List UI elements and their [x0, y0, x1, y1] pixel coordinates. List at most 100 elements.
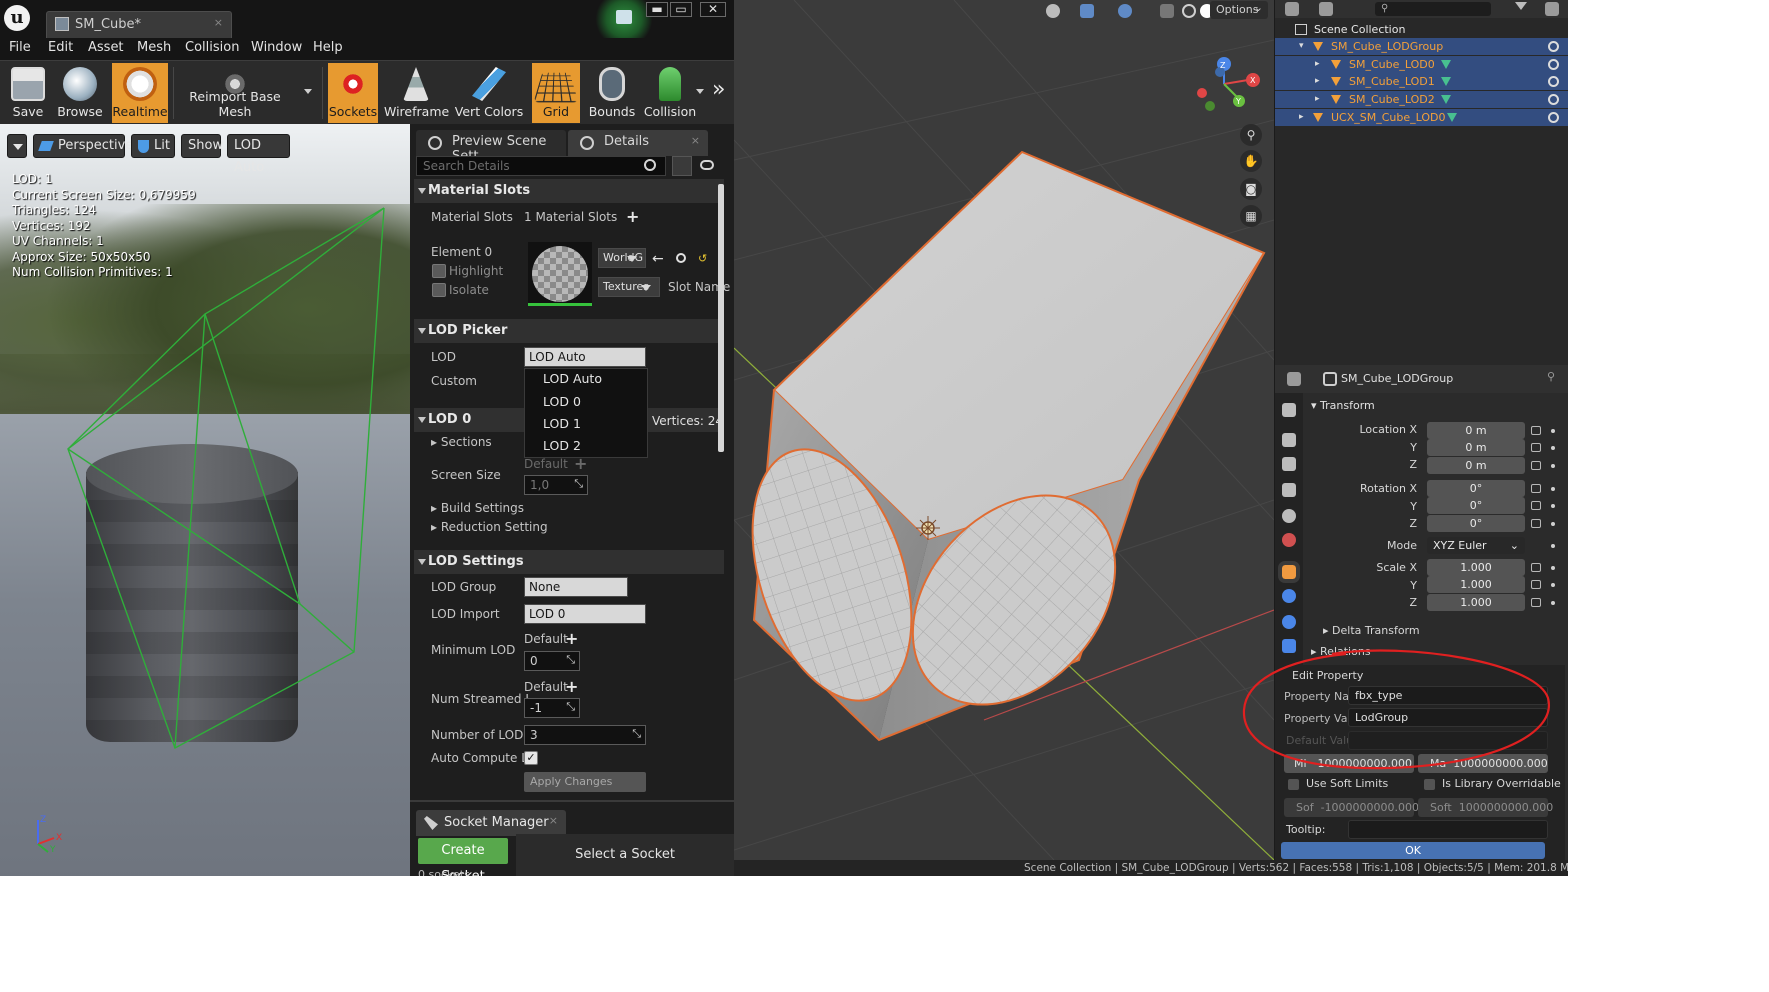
number-of-lods-field[interactable]: 3 [524, 725, 646, 745]
outliner-item-lod0[interactable]: ▸ SM_Cube_LOD0 [1275, 56, 1568, 73]
navigation-gizmo[interactable]: Z Y X [1197, 57, 1260, 111]
new-collection-icon[interactable] [1545, 2, 1559, 16]
rotation-y-field[interactable]: 0° [1427, 497, 1525, 514]
hand-icon[interactable]: ✋ [1240, 150, 1262, 172]
location-z-field[interactable]: 0 m [1427, 457, 1525, 474]
scale-y-field[interactable]: 1.000 [1427, 576, 1525, 593]
expand-icon[interactable]: ▸ [1315, 91, 1320, 108]
menu-help[interactable]: Help [313, 40, 343, 55]
add-num-streamed-icon[interactable]: + [565, 679, 578, 695]
isolate-checkbox[interactable] [432, 283, 446, 297]
menu-file[interactable]: File [9, 40, 31, 55]
lock-icon[interactable] [1531, 519, 1541, 528]
screen-size-field[interactable]: 1,0 [524, 475, 588, 495]
keyframe-dot-icon[interactable] [1551, 601, 1555, 605]
keyframe-dot-icon[interactable] [1551, 583, 1555, 587]
options-dropdown[interactable]: Options ⌄ [1210, 1, 1268, 19]
lod-option-1[interactable]: LOD 1 [543, 416, 581, 431]
socket-manager-tab[interactable]: Socket Manager × [416, 810, 566, 836]
reduction-settings-row[interactable]: ▸ Reduction Setting [431, 520, 548, 534]
wireframe-button[interactable]: Wireframe [384, 63, 449, 123]
lod-option-2[interactable]: LOD 2 [543, 438, 581, 453]
build-settings-row[interactable]: ▸ Build Settings [431, 501, 524, 515]
collision-button[interactable]: Collision [642, 63, 698, 123]
lod-group-dropdown[interactable]: None [524, 577, 628, 597]
pin-icon[interactable]: ⚲ [1547, 370, 1555, 383]
outliner-item-lod1[interactable]: ▸ SM_Cube_LOD1 [1275, 73, 1568, 90]
visibility-icon[interactable] [1046, 4, 1060, 18]
maximize-button[interactable]: ▭ [670, 2, 692, 17]
lock-icon[interactable] [1531, 598, 1541, 607]
outliner-scene-collection[interactable]: Scene Collection [1275, 21, 1568, 38]
scale-z-field[interactable]: 1.000 [1427, 594, 1525, 611]
reset-icon[interactable]: ↺ [698, 252, 707, 265]
keyframe-dot-icon[interactable] [1551, 522, 1555, 526]
tooltip-field[interactable] [1348, 820, 1548, 839]
lit-button[interactable]: Lit [131, 134, 175, 158]
search-details-input[interactable]: Search Details [416, 156, 666, 176]
gizmo-toggle-icon[interactable] [1080, 4, 1094, 18]
close-tab-icon[interactable]: × [691, 134, 700, 147]
menu-window[interactable]: Window [251, 40, 302, 55]
rotation-x-field[interactable]: 0° [1427, 480, 1525, 497]
camera-icon[interactable]: ◙ [1240, 178, 1262, 200]
outliner-item-ucx[interactable]: ▸ UCX_SM_Cube_LOD0 [1275, 109, 1568, 126]
expand-icon[interactable]: ▸ [1315, 73, 1320, 90]
soft-max-field[interactable]: Soft 1000000000.000 [1418, 798, 1553, 817]
viewport-options-button[interactable] [7, 134, 27, 158]
keyframe-dot-icon[interactable] [1551, 504, 1555, 508]
expand-icon[interactable]: ▸ [1299, 109, 1304, 126]
expand-icon[interactable]: ▾ [1299, 38, 1304, 55]
filter-icon[interactable] [1515, 2, 1527, 10]
browse-button[interactable]: Browse [54, 63, 106, 123]
eye-icon[interactable] [1548, 59, 1559, 70]
editor-type-icon[interactable] [1287, 372, 1301, 386]
minimize-button[interactable]: ▬ [646, 2, 668, 17]
lod-auto-button[interactable]: LOD Auto [227, 134, 290, 175]
tab-details[interactable]: Details × [568, 130, 708, 156]
eye-icon[interactable] [1548, 41, 1559, 52]
collision-dropdown-icon[interactable] [696, 89, 704, 94]
add-minimum-lod-icon[interactable]: + [565, 631, 578, 647]
keyframe-dot-icon[interactable] [1551, 429, 1555, 433]
delta-transform-panel[interactable]: ▸ Delta Transform [1323, 624, 1420, 637]
library-overridable-checkbox[interactable] [1424, 779, 1435, 790]
lock-icon[interactable] [1531, 461, 1541, 470]
menu-collision[interactable]: Collision [185, 40, 239, 55]
use-selected-icon[interactable]: ← [652, 251, 664, 267]
browse-asset-icon[interactable] [676, 253, 686, 263]
unreal-logo-icon[interactable]: u [4, 5, 30, 31]
scene-tab-icon[interactable] [1282, 509, 1296, 523]
3d-viewport[interactable]: Z Y X Options ⌄ ⚲ ✋ ◙ ▦ [734, 0, 1274, 860]
lod-picker-header[interactable]: LOD Picker [414, 319, 724, 343]
reimport-dropdown-icon[interactable] [304, 89, 312, 94]
eye-icon[interactable] [1548, 76, 1559, 87]
bounds-button[interactable]: Bounds [586, 63, 638, 123]
outliner-item-lodgroup[interactable]: ▾ SM_Cube_LODGroup [1275, 38, 1568, 55]
lock-icon[interactable] [1531, 484, 1541, 493]
add-screen-size-icon[interactable]: + [574, 456, 587, 472]
material-slots-header[interactable]: Material Slots [414, 179, 724, 203]
grid-button[interactable]: Grid [532, 63, 580, 123]
create-socket-button[interactable]: Create Socket [418, 838, 508, 876]
close-window-button[interactable]: ✕ [700, 2, 726, 17]
object-tab-icon[interactable] [1278, 561, 1300, 583]
lock-icon[interactable] [1531, 580, 1541, 589]
eye-icon[interactable] [1548, 112, 1559, 123]
display-mode-icon[interactable] [1285, 2, 1299, 16]
material-thumbnail[interactable] [528, 242, 592, 306]
static-mesh-viewport[interactable]: Perspective Lit Show LOD Auto LOD: 1 Cur… [0, 124, 410, 876]
show-button[interactable]: Show [181, 134, 223, 158]
view-layer-tab-icon[interactable] [1282, 483, 1296, 497]
menu-asset[interactable]: Asset [88, 40, 124, 55]
location-y-field[interactable]: 0 m [1427, 439, 1525, 456]
ok-button[interactable]: OK [1281, 842, 1545, 859]
num-streamed-field[interactable]: -1 [524, 698, 580, 718]
asset-tab[interactable]: SM_Cube* × [46, 11, 232, 38]
details-scrollbar[interactable] [718, 184, 724, 452]
keyframe-dot-icon[interactable] [1551, 446, 1555, 450]
scale-x-field[interactable]: 1.000 [1427, 559, 1525, 576]
textures-dropdown[interactable]: Textures [598, 277, 660, 297]
minimum-lod-field[interactable]: 0 [524, 651, 580, 671]
outliner-item-lod2[interactable]: ▸ SM_Cube_LOD2 [1275, 91, 1568, 108]
